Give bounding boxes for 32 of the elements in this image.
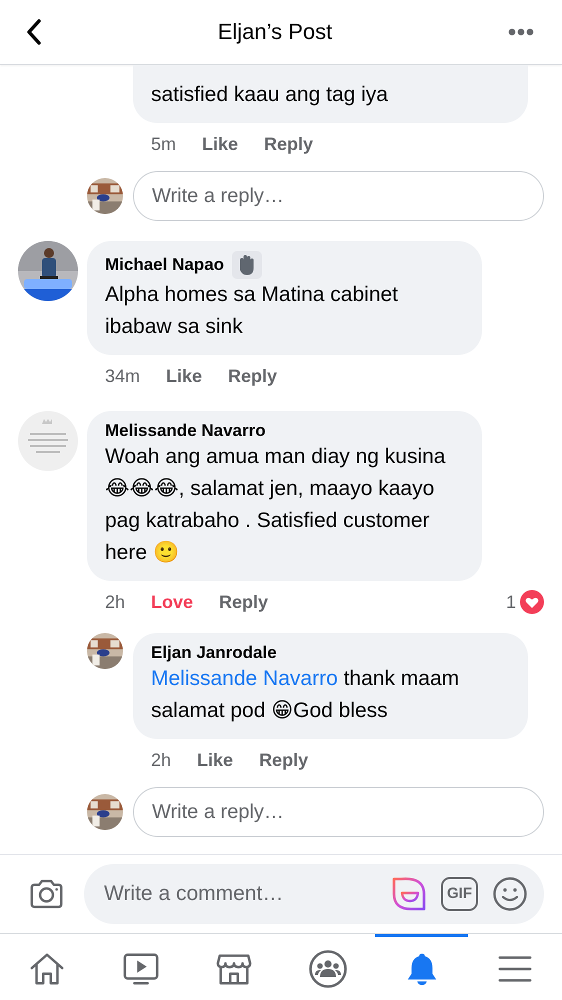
comment-text: Melissande Navarro thank maam salamat pod 😁God bless [151,666,460,724]
sticker-icon[interactable] [391,876,427,912]
back-icon[interactable] [26,19,42,45]
comment-text: Alpha homes sa Matina cabinet ibabaw sa sink [105,282,400,340]
reply-link[interactable]: Reply [219,592,268,612]
reply-link[interactable]: Reply [259,750,308,770]
comment-time: 2h [151,750,172,770]
author-name[interactable]: Melissande Navarro [105,421,266,441]
reply-field[interactable]: Write a reply… [133,787,544,837]
reply-link[interactable]: Reply [228,366,278,386]
camera-icon[interactable] [29,877,64,911]
post-title: Eljan’s Post [218,19,332,45]
comment-field[interactable]: Write a comment… GIF [84,864,544,924]
more-icon[interactable] [508,28,534,36]
like-link[interactable]: Like [166,366,202,386]
people-icon [308,948,348,988]
comment-text: satisfied kaau ang tag iya [151,82,389,108]
comment-time: 5m [151,134,176,154]
reply-link[interactable]: Reply [264,134,314,154]
comment-time: 34m [105,366,140,386]
like-link[interactable]: Like [202,134,238,154]
reply-field[interactable]: Write a reply… [133,171,544,221]
mention-link[interactable]: Melissande Navarro [151,667,338,690]
author-name[interactable]: Eljan Janrodale [151,643,277,663]
comment-time: 2h [105,592,126,612]
author-name[interactable]: Michael Napao [105,255,224,275]
comment-text: Woah ang amua man diay ng kusina 😂😂😂, salamat jen, maayo kaayo pag katrabaho . Satisfied customer here 🙂 [105,444,446,566]
gif-button[interactable]: GIF [441,877,478,911]
emoji-icon[interactable] [492,876,528,912]
reaction-count[interactable]: 1 [506,592,516,612]
like-link[interactable]: Love [151,592,194,612]
like-link[interactable]: Like [197,750,234,770]
